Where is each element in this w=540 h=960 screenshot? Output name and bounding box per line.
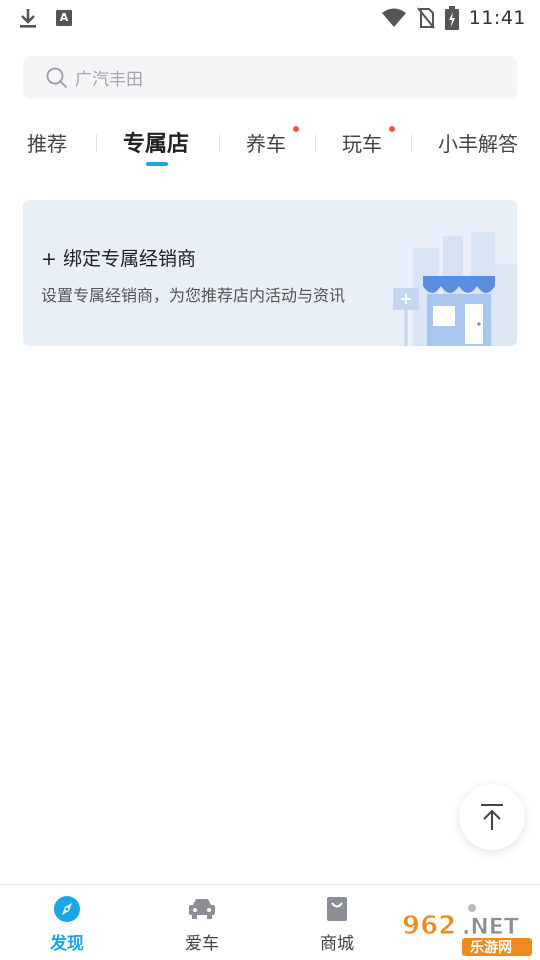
status-right: 11:41 [381,6,526,30]
search-input[interactable]: 广汽丰田 [75,65,143,90]
download-icon [20,9,36,28]
nav-item-mall[interactable]: 商城 [297,895,377,954]
tab-divider [219,134,220,152]
car-icon [189,899,215,919]
battery-charging-icon [444,6,459,30]
category-tabs: 推荐 专属店 养车 玩车 小丰解答 [0,116,540,172]
compass-icon [54,896,80,922]
search-icon [46,67,67,88]
back-to-top-button[interactable] [459,784,525,850]
keyboard-a-icon: A [56,10,72,26]
nav-label-my-car: 爱车 [185,934,219,954]
arrow-up-icon [481,804,503,830]
tab-notification-dot [389,126,395,132]
svg-text:962: 962 [402,911,456,941]
tab-divider [315,134,316,152]
nav-item-my-car[interactable]: 爱车 [162,895,242,954]
status-left: A [18,7,72,29]
tab-notification-dot [293,126,299,132]
active-tab-indicator [146,162,168,166]
status-time: 11:41 [468,7,526,29]
bind-dealer-card[interactable]: + 绑定专属经销商 设置专属经销商，为您推荐店内活动与资讯 [23,200,517,346]
bind-dealer-title[interactable]: + 绑定专属经销商 [41,244,196,271]
tab-recommend[interactable]: 推荐 [27,128,67,157]
bind-dealer-subtitle: 设置专属经销商，为您推荐店内活动与资讯 [41,286,346,305]
status-bar: A 11:41 [0,0,540,36]
nav-item-discover[interactable]: 发现 [27,895,107,954]
svg-text:乐游网: 乐游网 [470,939,512,956]
tab-divider [96,134,97,152]
no-sim-icon [416,7,435,29]
wifi-icon [381,8,406,27]
search-bar[interactable]: 广汽丰田 [23,56,517,99]
tab-car-fun[interactable]: 玩车 [342,128,382,157]
tab-divider [411,134,412,152]
shopping-bag-icon [327,897,347,921]
nav-label-discover: 发现 [50,934,84,954]
tab-xiaofeng-answers[interactable]: 小丰解答 [438,128,518,157]
svg-text:.NET: .NET [462,915,519,940]
tab-exclusive-store[interactable]: 专属店 [123,126,189,158]
tab-car-maintenance[interactable]: 养车 [246,128,286,157]
storefront-illustration [393,232,517,346]
nav-label-mall: 商城 [320,934,354,954]
site-watermark: 962 .NET 乐游网 [402,904,532,956]
